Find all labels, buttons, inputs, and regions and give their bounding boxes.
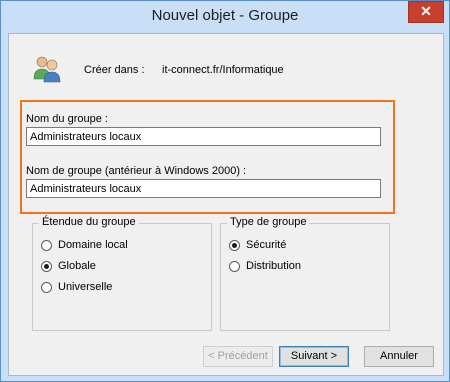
pre2000-name-input[interactable]: Administrateurs locaux xyxy=(26,179,381,198)
group-name-input[interactable]: Administrateurs locaux xyxy=(26,127,381,146)
dialog-body: Créer dans : it-connect.fr/Informatique … xyxy=(8,33,444,376)
close-button[interactable]: ✕ xyxy=(408,1,444,23)
pre2000-name-label: Nom de groupe (antérieur à Windows 2000)… xyxy=(26,165,247,177)
group-scope-title: Étendue du groupe xyxy=(39,216,139,228)
previous-button[interactable]: < Précédent xyxy=(203,346,273,367)
radio-circle[interactable] xyxy=(229,261,240,272)
next-button[interactable]: Suivant > xyxy=(279,346,349,367)
create-in-label: Créer dans : xyxy=(84,64,145,76)
window-title: Nouvel objet - Groupe xyxy=(151,7,299,24)
create-in-value: it-connect.fr/Informatique xyxy=(162,64,284,76)
group-type-title: Type de groupe xyxy=(227,216,310,228)
group-type-box: Type de groupe Sécurité Distribution xyxy=(220,216,390,331)
radio-label: Distribution xyxy=(246,260,302,272)
radio-circle[interactable] xyxy=(41,282,52,293)
highlight-box: Nom du groupe : Administrateurs locaux N… xyxy=(20,100,395,214)
radio-circle-checked[interactable] xyxy=(41,261,52,272)
users-icon xyxy=(33,56,61,83)
cancel-button[interactable]: Annuler xyxy=(364,346,434,367)
group-scope-box: Étendue du groupe Domaine local Globale … xyxy=(32,216,212,331)
radio-label: Globale xyxy=(58,260,96,272)
radio-circle[interactable] xyxy=(41,240,52,251)
title-bar[interactable]: Nouvel objet - Groupe ✕ xyxy=(1,1,449,33)
dialog-window: Nouvel objet - Groupe ✕ Créer dans : it-… xyxy=(0,0,450,382)
radio-label: Universelle xyxy=(58,281,113,293)
radio-circle-checked[interactable] xyxy=(229,240,240,251)
radio-label: Domaine local xyxy=(58,239,128,251)
group-name-label: Nom du groupe : xyxy=(26,113,108,125)
radio-label: Sécurité xyxy=(246,239,287,251)
